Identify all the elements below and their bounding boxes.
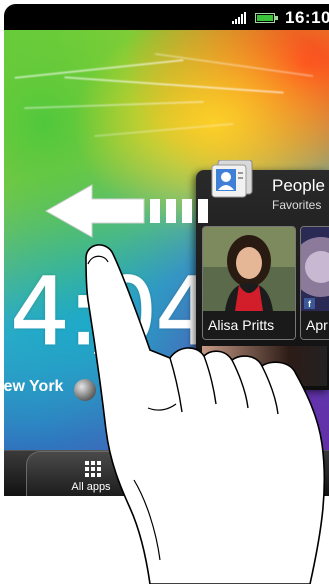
contact-card[interactable]: f Apr [300, 226, 329, 340]
home-screen[interactable]: 16:10 4:04 Tue New York 22 People Favori… [4, 4, 329, 496]
weather-icon [74, 379, 96, 401]
status-bar: 16:10 [4, 4, 329, 30]
weather-temperature: 22 [109, 378, 132, 400]
dock: All apps [4, 450, 329, 496]
arrow-left-icon [44, 184, 208, 238]
contact-card[interactable]: Alisa Pritts [202, 226, 296, 340]
people-widget-title: People [272, 176, 325, 195]
contact-photo [203, 227, 295, 311]
contact-name: Alisa Pritts [203, 311, 295, 339]
clock-day: Tue [94, 350, 122, 367]
facebook-icon: f [304, 298, 315, 309]
status-time: 16:10 [285, 8, 329, 27]
app-grid-icon [85, 461, 101, 477]
signal-strength-icon [232, 12, 246, 24]
weather-city: New York [4, 378, 64, 395]
battery-icon [255, 13, 278, 23]
all-apps-label: All apps [71, 481, 111, 493]
clock-time[interactable]: 4:04 [9, 265, 215, 360]
contact-name: Apr [301, 311, 329, 339]
people-widget-subtitle: Favorites [272, 198, 322, 212]
contact-row-partial [202, 346, 327, 386]
all-apps-button[interactable]: All apps [26, 451, 156, 496]
